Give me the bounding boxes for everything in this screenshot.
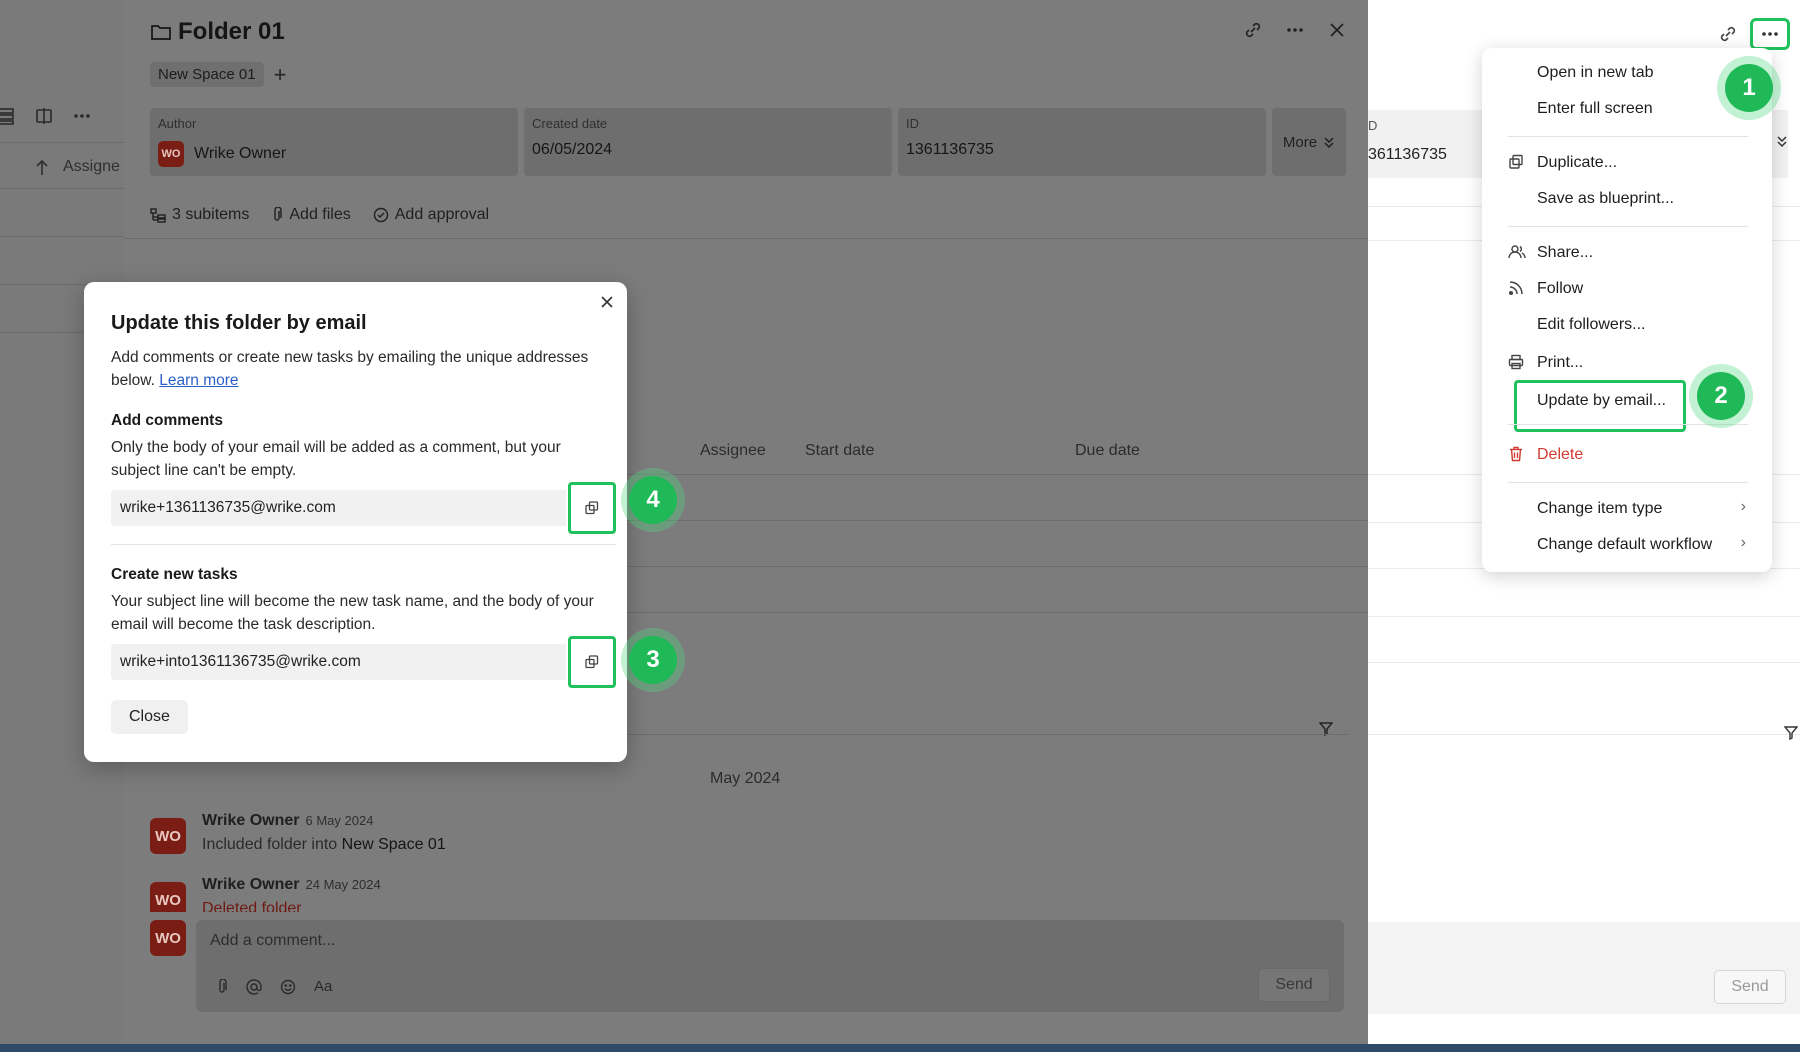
avatar: WO (150, 882, 186, 912)
duplicate-icon (1508, 154, 1524, 170)
attach-icon[interactable] (216, 978, 228, 995)
metadata-row: Author WO Wrike Owner Created date 06/05… (150, 108, 1346, 176)
menu-item-full-screen[interactable]: Enter full screen (1537, 100, 1653, 118)
activity-month-label: May 2024 (710, 770, 781, 787)
filter-icon[interactable] (1784, 726, 1798, 740)
menu-item-open-new-tab[interactable]: Open in new tab (1537, 64, 1654, 82)
menu-item-print[interactable]: Print... (1508, 354, 1583, 372)
subitems-button[interactable]: 3 subitems (150, 206, 249, 224)
trash-icon (1508, 446, 1524, 462)
table-header-assignee[interactable]: Assignee (700, 442, 766, 460)
more-options-button[interactable] (1750, 18, 1790, 50)
activity-date: 6 May 2024 (305, 813, 374, 828)
more-options-icon[interactable] (1285, 20, 1305, 40)
avatar: WO (150, 920, 186, 956)
list-view-icon[interactable] (0, 106, 16, 126)
more-options-menu: Open in new tab Enter full screen Duplic… (1482, 48, 1772, 572)
share-icon (1508, 244, 1526, 260)
subitems-icon (150, 207, 166, 223)
menu-item-change-workflow[interactable]: Change default workflow (1537, 536, 1712, 554)
sort-up-icon[interactable] (35, 158, 49, 176)
step-marker-1: 1 (1725, 64, 1773, 112)
add-comments-description: Only the body of your email will be adde… (111, 439, 561, 479)
copy-icon (585, 501, 599, 515)
menu-item-delete[interactable]: Delete (1510, 446, 1583, 464)
close-button[interactable]: Close (111, 700, 188, 734)
table-header-due-date[interactable]: Due date (1075, 442, 1140, 460)
create-tasks-description: Your subject line will become the new ta… (111, 593, 594, 633)
folder-toolbar: 3 subitems Add files Add approval (150, 206, 489, 224)
text-format-button[interactable]: Aa (314, 978, 332, 995)
check-circle-icon (373, 207, 389, 223)
activity-link[interactable]: New Space 01 (342, 836, 446, 853)
chevron-right-icon: › (1740, 498, 1746, 515)
send-button[interactable]: Send (1714, 970, 1786, 1004)
chevron-right-icon: › (1740, 534, 1746, 551)
close-icon[interactable] (1327, 20, 1347, 40)
add-location-icon[interactable]: + (274, 63, 287, 86)
menu-item-change-type[interactable]: Change item type (1537, 500, 1662, 518)
add-comments-heading: Add comments (111, 412, 223, 429)
breadcrumb-space[interactable]: New Space 01 (150, 62, 264, 87)
create-tasks-heading: Create new tasks (111, 566, 238, 583)
more-fields-button[interactable]: More (1272, 108, 1346, 176)
dialog-title: Update this folder by email (111, 312, 367, 334)
copy-task-email-button[interactable] (568, 636, 616, 688)
copy-icon (585, 655, 599, 669)
comment-email-field[interactable]: wrike+1361136735@wrike.com (111, 490, 566, 526)
mention-icon[interactable] (246, 978, 262, 995)
step-marker-2: 2 (1697, 372, 1745, 420)
breadcrumb: New Space 01 + (150, 62, 286, 87)
link-icon[interactable] (1243, 20, 1263, 40)
id-field[interactable]: ID 1361136735 (898, 108, 1266, 176)
activity-item: WO Wrike Owner 24 May 2024 Deleted folder (150, 876, 381, 912)
menu-item-follow[interactable]: Follow (1508, 280, 1583, 298)
follow-icon (1508, 280, 1524, 296)
table-header-start-date[interactable]: Start date (805, 442, 874, 460)
page-title[interactable]: Folder 01 (178, 18, 285, 46)
activity-item: WO Wrike Owner 6 May 2024 Included folder… (150, 812, 446, 854)
send-button[interactable]: Send (1258, 968, 1330, 1002)
folder-icon (150, 22, 172, 42)
comment-box[interactable]: Add a comment... Aa Send (196, 920, 1344, 1012)
copy-comment-email-button[interactable] (568, 482, 616, 534)
activity-author[interactable]: Wrike Owner (202, 812, 300, 829)
menu-item-duplicate[interactable]: Duplicate... (1509, 154, 1617, 172)
activity-author[interactable]: Wrike Owner (202, 876, 300, 893)
add-files-button[interactable]: Add files (271, 206, 351, 224)
os-taskbar (0, 1044, 1800, 1052)
author-name: Wrike Owner (194, 145, 287, 162)
close-icon[interactable] (597, 292, 617, 312)
menu-item-update-by-email[interactable]: Update by email... (1537, 392, 1666, 410)
step-marker-4: 4 (629, 476, 677, 524)
double-chevron-down-icon[interactable] (1776, 134, 1788, 148)
print-icon (1508, 354, 1524, 370)
emoji-icon[interactable] (280, 979, 296, 995)
created-date-field[interactable]: Created date 06/05/2024 (524, 108, 892, 176)
link-icon[interactable] (1718, 24, 1738, 44)
avatar: WO (150, 818, 186, 854)
assignee-column-header[interactable]: Assigne (63, 158, 120, 176)
update-by-email-dialog: Update this folder by email Add comments… (84, 282, 627, 762)
double-chevron-down-icon (1323, 135, 1335, 149)
menu-item-save-blueprint[interactable]: Save as blueprint... (1537, 190, 1674, 208)
task-email-field[interactable]: wrike+into1361136735@wrike.com (111, 644, 566, 680)
menu-item-edit-followers[interactable]: Edit followers... (1537, 316, 1645, 334)
activity-date: 24 May 2024 (305, 877, 381, 892)
paperclip-icon (271, 207, 283, 223)
menu-item-share[interactable]: Share... (1508, 244, 1593, 262)
comment-input[interactable]: Add a comment... (210, 932, 335, 950)
split-view-icon[interactable] (34, 106, 54, 126)
step-marker-3: 3 (629, 636, 677, 684)
avatar: WO (158, 141, 184, 167)
learn-more-link[interactable]: Learn more (159, 372, 238, 389)
more-icon[interactable] (72, 106, 92, 126)
author-field[interactable]: Author WO Wrike Owner (150, 108, 518, 176)
add-approval-button[interactable]: Add approval (373, 206, 489, 224)
